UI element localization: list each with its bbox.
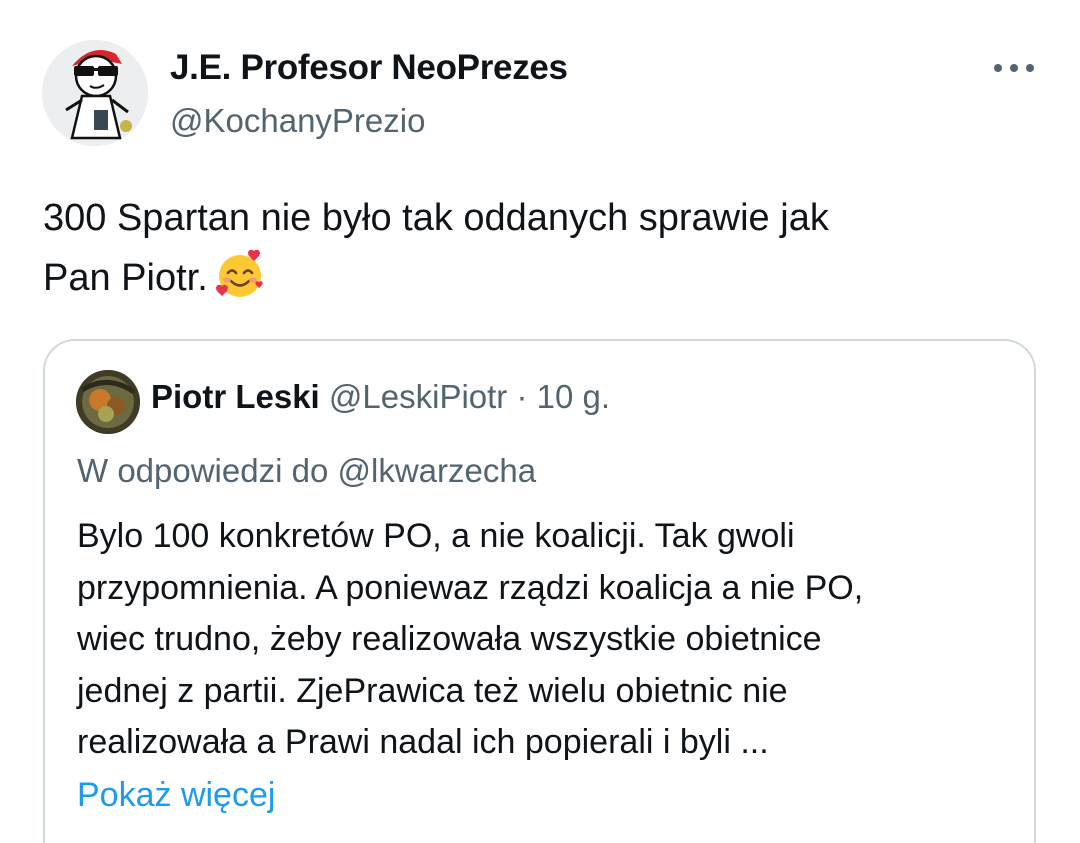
quoted-author-avatar[interactable] [76, 370, 140, 434]
tweet-text: 300 Spartan nie było tak oddanych sprawi… [43, 188, 1043, 318]
tweet-text-line: Pan Piotr. [43, 248, 1043, 318]
quoted-text-line: przypomnienia. A poniewaz rządzi koalicj… [77, 568, 864, 607]
quoted-tweet-header: Piotr Leski @LeskiPiotr · 10 g. [151, 375, 610, 419]
reply-prefix: W odpowiedzi do [77, 452, 329, 489]
quoted-tweet-text: Bylo 100 konkretów PO, a nie koalicji. T… [77, 511, 1017, 769]
more-horizontal-icon [994, 64, 1034, 72]
quoted-tweet-timestamp[interactable]: 10 g. [537, 378, 610, 415]
tweet-text-line: 300 Spartan nie było tak oddanych sprawi… [43, 197, 829, 239]
quoted-text-line: jednej z partii. ZjePrawica też wielu ob… [77, 671, 788, 710]
quoted-author-name[interactable]: Piotr Leski [151, 378, 320, 415]
tweet-text-line-content: Pan Piotr. [43, 257, 208, 299]
user-photo-avatar-icon [76, 370, 140, 434]
show-more-link[interactable]: Pokaż więcej [77, 771, 275, 819]
quoted-author-handle[interactable]: @LeskiPiotr [329, 378, 507, 415]
reply-mention[interactable]: @lkwarzecha [337, 452, 536, 489]
author-handle[interactable]: @KochanyPrezio [170, 100, 425, 142]
cartoon-sunglasses-avatar-icon [42, 40, 148, 146]
quoted-text-line: realizowała a Prawi nadal ich popierali … [77, 723, 769, 761]
reply-context: W odpowiedzi do @lkwarzecha [77, 449, 536, 493]
author-avatar[interactable] [42, 40, 148, 146]
author-name[interactable]: J.E. Profesor NeoPrezes [170, 46, 568, 90]
smiling-face-with-hearts-emoji [214, 248, 266, 318]
more-options-button[interactable] [986, 50, 1042, 86]
quoted-text-line: wiec trudno, żeby realizowała wszystkie … [77, 620, 822, 658]
separator-dot: · [516, 378, 528, 415]
quoted-tweet-card[interactable]: Piotr Leski @LeskiPiotr · 10 g. W odpowi… [43, 339, 1036, 843]
quoted-text-line: Bylo 100 konkretów PO, a nie koalicji. T… [77, 517, 795, 555]
tweet-view: J.E. Profesor NeoPrezes @KochanyPrezio 3… [0, 0, 1080, 843]
